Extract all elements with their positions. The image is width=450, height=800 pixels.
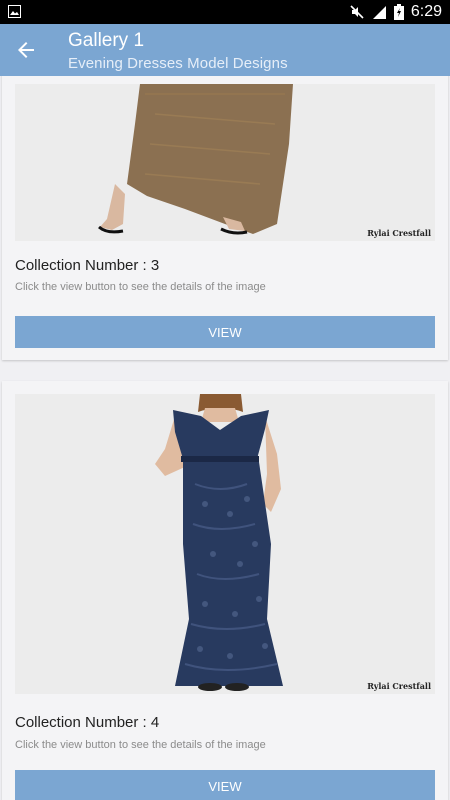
photo-watermark: Rylai Crestfall xyxy=(367,681,431,691)
battery-charging-icon xyxy=(393,4,404,20)
view-button[interactable]: VIEW xyxy=(15,316,435,348)
dress-illustration xyxy=(15,394,435,694)
gallery-card: Rylai Crestfall Collection Number : 4 Cl… xyxy=(2,381,448,800)
dress-photo[interactable]: Rylai Crestfall xyxy=(15,394,435,694)
status-time: 6:29 xyxy=(410,3,442,20)
page-title: Gallery 1 xyxy=(68,30,145,51)
gallery-card: Rylai Crestfall Collection Number : 3 Cl… xyxy=(2,76,448,360)
page-subtitle: Evening Dresses Model Designs xyxy=(68,55,288,72)
signal-icon xyxy=(372,5,386,19)
dress-photo[interactable]: Rylai Crestfall xyxy=(15,84,435,241)
view-hint: Click the view button to see the details… xyxy=(15,281,266,293)
mute-icon xyxy=(350,5,364,19)
arrow-back-icon[interactable] xyxy=(14,38,38,62)
view-button[interactable]: VIEW xyxy=(15,770,435,800)
dress-illustration xyxy=(15,84,435,241)
image-icon xyxy=(8,5,21,18)
collection-number: Collection Number : 4 xyxy=(15,714,160,731)
collection-number: Collection Number : 3 xyxy=(15,257,160,274)
gallery-list[interactable]: Rylai Crestfall Collection Number : 3 Cl… xyxy=(0,76,450,800)
photo-watermark: Rylai Crestfall xyxy=(367,228,431,238)
view-hint: Click the view button to see the details… xyxy=(15,739,266,751)
app-bar: Gallery 1 Evening Dresses Model Designs xyxy=(0,24,450,76)
status-bar: 6:29 xyxy=(0,0,450,24)
